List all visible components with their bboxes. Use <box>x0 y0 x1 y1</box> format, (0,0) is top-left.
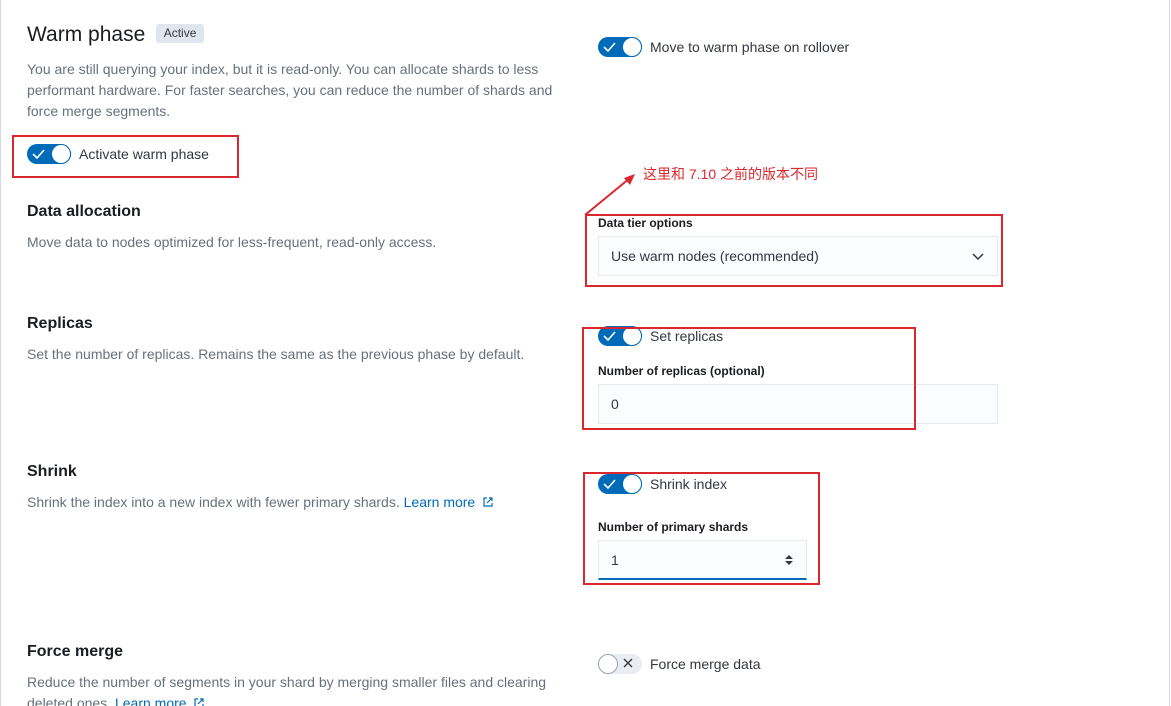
annotation-arrow-icon <box>584 174 635 216</box>
annotation-text: 这里和 7.10 之前的版本不同 <box>643 166 819 182</box>
check-icon <box>603 42 616 53</box>
data-allocation-title: Data allocation <box>27 203 141 220</box>
warm-phase-header: Warm phase Active <box>27 23 205 47</box>
switch-knob <box>622 37 642 57</box>
shrink-learn-more-text: Learn more <box>403 494 476 510</box>
data-allocation-description: Move data to nodes optimized for less-fr… <box>27 234 437 250</box>
external-link-icon <box>194 698 205 706</box>
force-merge-label: Force merge data <box>650 656 761 672</box>
switch-knob <box>598 654 618 674</box>
external-link-icon <box>483 497 493 507</box>
shrink-learn-more-link[interactable]: Learn more <box>404 494 494 510</box>
highlight-box-replicas <box>582 327 916 430</box>
rollover-switch[interactable] <box>598 37 642 57</box>
replicas-description: Set the number of replicas. Remains the … <box>27 346 525 362</box>
rollover-label: Move to warm phase on rollover <box>650 39 850 55</box>
warm-phase-title: Warm phase <box>27 23 146 46</box>
force-merge-switch[interactable] <box>598 654 642 674</box>
force-merge-learn-more-link[interactable]: Learn more <box>115 695 205 706</box>
replicas-title: Replicas <box>27 315 93 332</box>
force-merge-description-row: Reduce the number of segments in your sh… <box>27 672 582 706</box>
force-merge-title: Force merge <box>27 643 124 660</box>
status-badge: Active <box>155 24 205 43</box>
force-merge-learn-more-text: Learn more <box>114 695 187 706</box>
close-icon <box>623 658 633 668</box>
shrink-title: Shrink <box>27 463 77 480</box>
force-merge-description: Reduce the number of segments in your sh… <box>27 674 547 706</box>
highlight-box-activate <box>12 135 239 178</box>
shrink-description: Shrink the index into a new index with f… <box>27 494 400 510</box>
shrink-description-row: Shrink the index into a new index with f… <box>27 492 577 513</box>
warm-phase-description: You are still querying your index, but i… <box>27 61 553 119</box>
panel-right-border <box>1169 0 1170 706</box>
panel-left-border <box>0 0 1 706</box>
highlight-box-data-tier <box>585 214 1003 287</box>
highlight-box-shrink <box>583 472 820 585</box>
